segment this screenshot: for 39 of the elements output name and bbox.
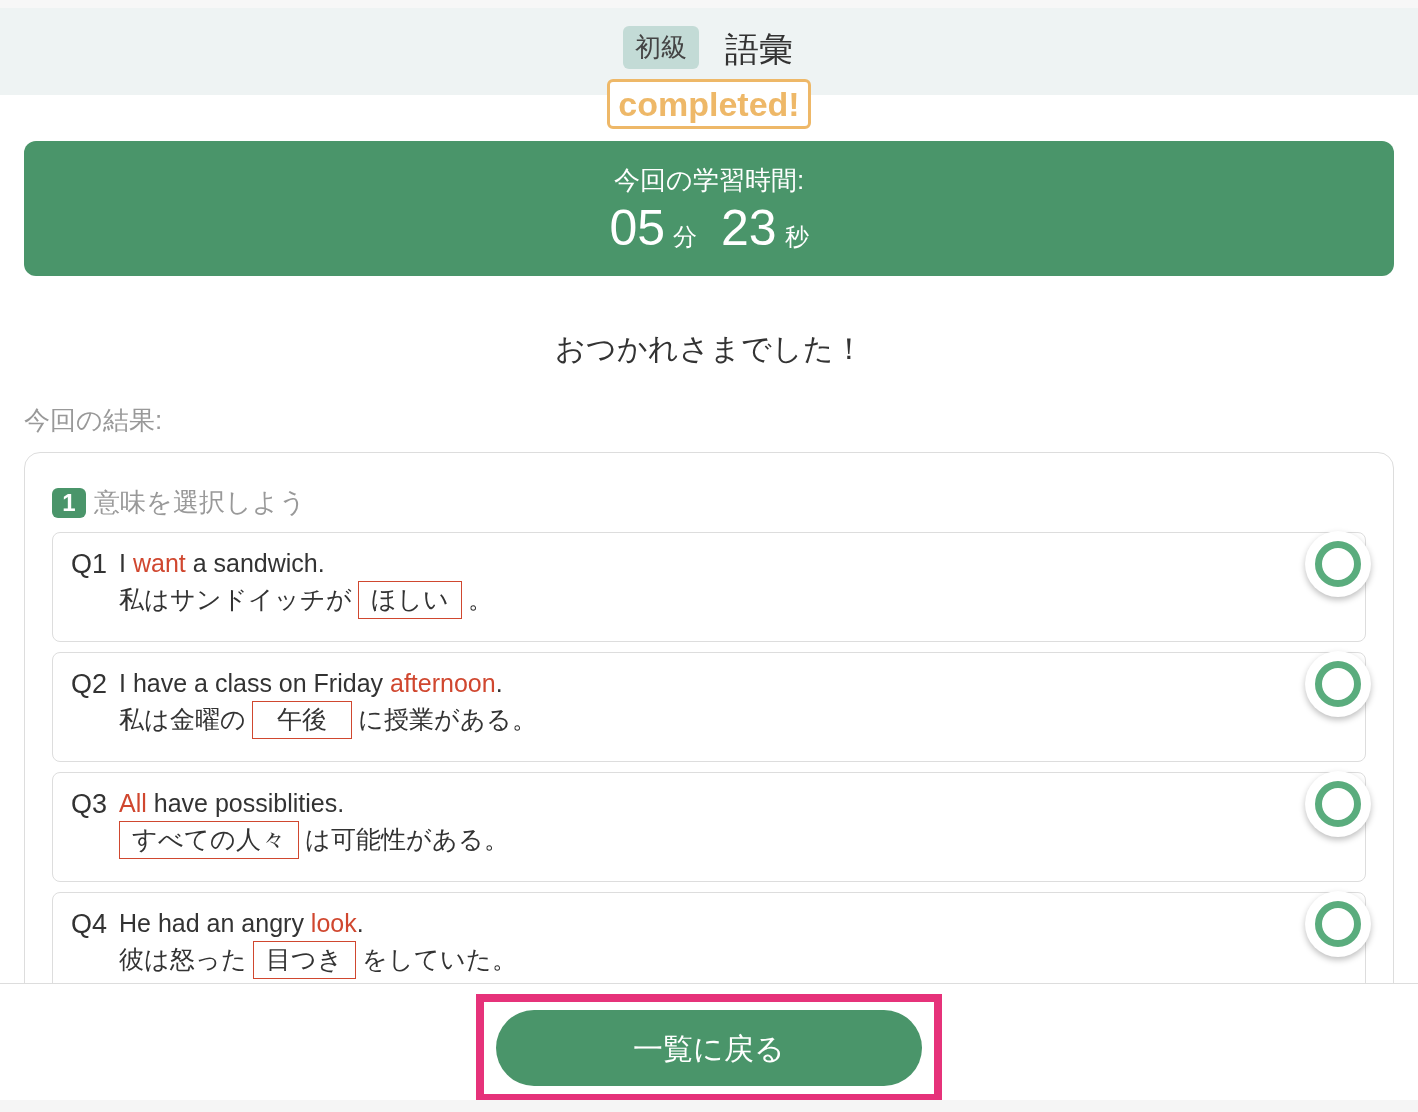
keyword-text: All xyxy=(119,788,147,820)
question-number: Q3 xyxy=(71,788,108,821)
question-number: Q4 xyxy=(71,908,108,941)
translation-text: に授業がある。 xyxy=(358,704,538,736)
translation-text: 私はサンドイッチが xyxy=(119,584,353,616)
question-number: Q2 xyxy=(71,668,108,701)
study-time-label: 今回の学習時間: xyxy=(613,164,805,197)
section-title: 意味を選択しよう xyxy=(94,486,306,519)
sentence-text: He had an angry xyxy=(119,908,305,940)
keyword-text: afternoon xyxy=(390,668,496,700)
answer-box: すべての人々 xyxy=(119,821,300,859)
level-badge: 初級 xyxy=(623,26,699,69)
translation-text: 。 xyxy=(468,584,494,616)
completion-message: おつかれさまでした！ xyxy=(554,331,864,367)
translation-text: 私は金曜の xyxy=(119,704,247,736)
sentence-text: a sandwich. xyxy=(191,548,325,580)
translation-text: をしていた。 xyxy=(362,944,518,976)
section-number: 1 xyxy=(52,487,86,518)
sentence-text: . xyxy=(495,668,503,700)
sentence-text: . xyxy=(356,908,364,940)
sentence-text: I have a class on Friday xyxy=(119,668,385,700)
results-label: 今回の結果: xyxy=(24,405,163,435)
keyword-text: want xyxy=(132,548,186,580)
translation-text: 彼は怒った xyxy=(119,944,248,976)
minutes-unit: 分 xyxy=(673,222,697,252)
keyword-text: look xyxy=(310,908,357,940)
page-title: 語彙 xyxy=(724,29,794,70)
sentence-text: have possiblities. xyxy=(152,788,345,820)
sentence-text: I xyxy=(119,548,127,580)
back-to-list-button[interactable]: 一覧に戻る xyxy=(496,1010,922,1086)
answer-box: 目つき xyxy=(253,941,357,979)
answer-box: 午後 xyxy=(252,701,353,739)
question-number: Q1 xyxy=(71,548,108,581)
translation-text: は可能性がある。 xyxy=(305,824,510,856)
minutes-value: 05 xyxy=(609,200,665,256)
completed-badge: completed! xyxy=(607,79,811,129)
answer-box: ほしい xyxy=(358,581,463,619)
seconds-unit: 秒 xyxy=(784,222,809,252)
seconds-value: 23 xyxy=(721,200,777,256)
